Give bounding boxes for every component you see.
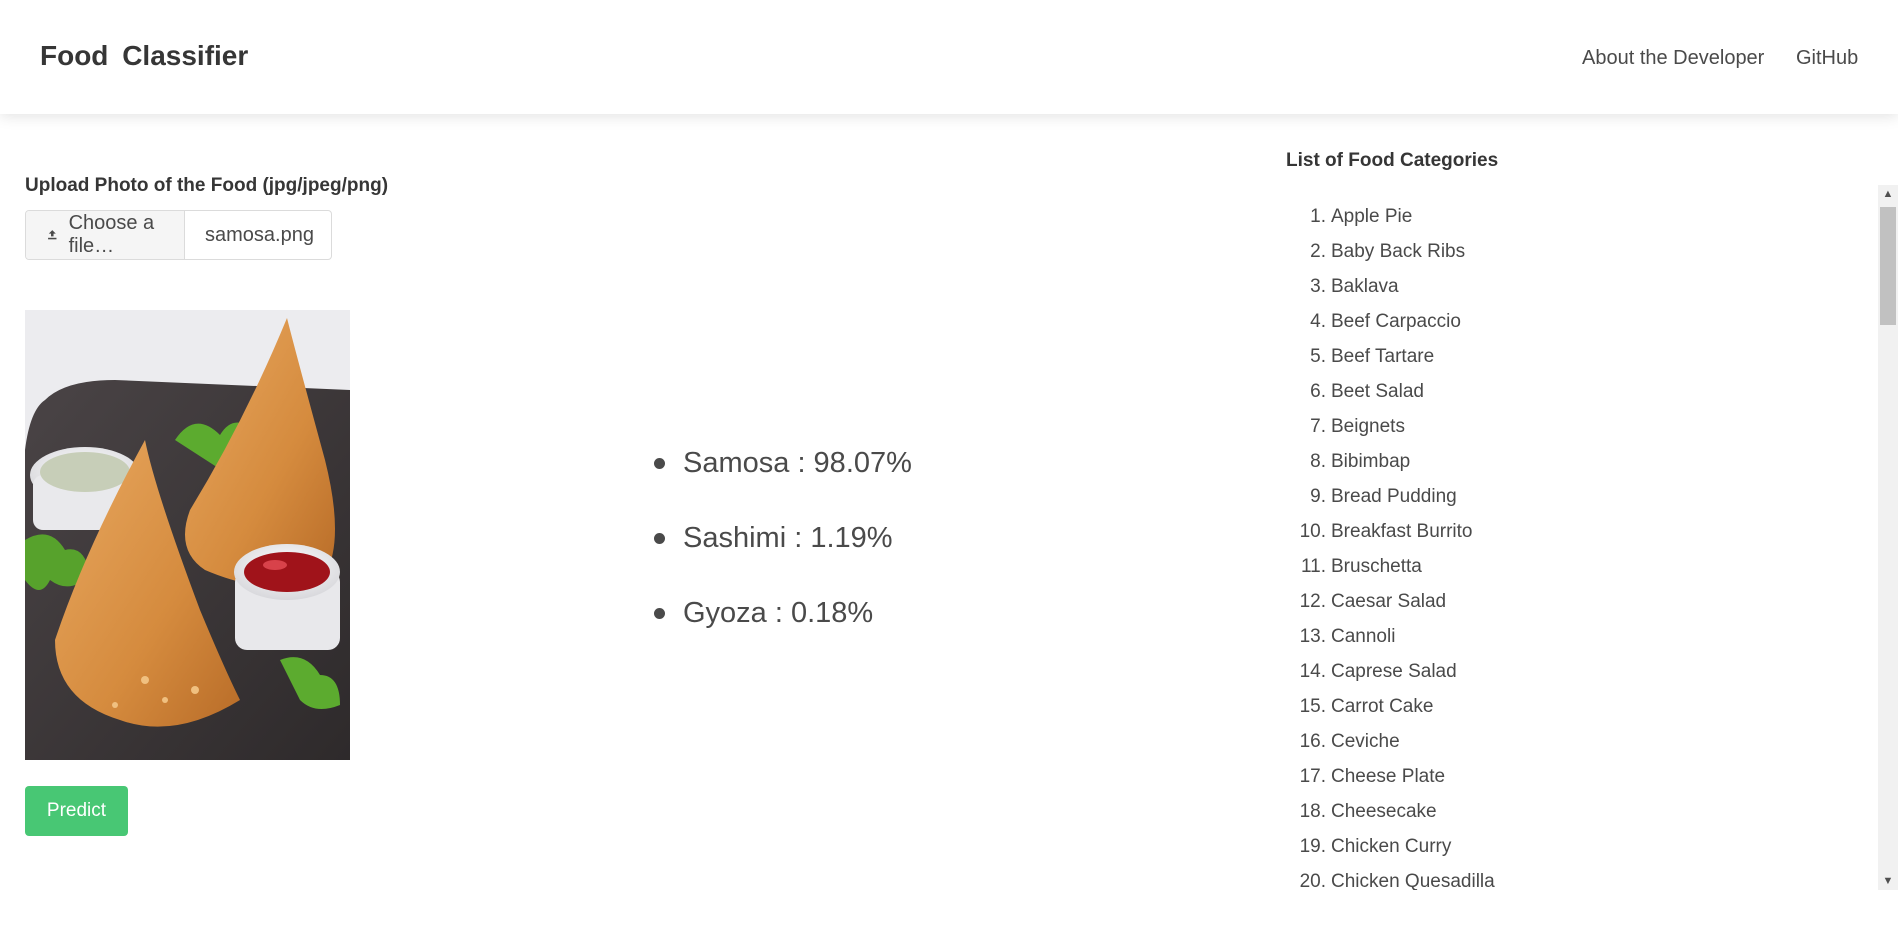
- category-name: Ceviche: [1331, 731, 1400, 752]
- category-item: 13. Cannoli: [1286, 627, 1495, 662]
- category-name: Beet Salad: [1331, 381, 1424, 402]
- categories-title: List of Food Categories: [1286, 150, 1499, 171]
- category-name: Bibimbap: [1331, 451, 1411, 472]
- file-name: samosa.png: [205, 223, 314, 246]
- category-name: Baby Back Ribs: [1331, 241, 1466, 262]
- category-number: 14.: [1299, 661, 1326, 682]
- category-number: 1.: [1310, 206, 1326, 227]
- upload-icon: [48, 230, 57, 240]
- category-item: 4. Beef Carpaccio: [1286, 312, 1495, 347]
- choose-file-label: Choose a file…: [68, 212, 155, 257]
- category-item: 18. Cheesecake: [1286, 802, 1495, 837]
- category-name: Chicken Curry: [1331, 836, 1452, 857]
- category-name: Beignets: [1331, 416, 1405, 437]
- category-number: 13.: [1299, 626, 1326, 647]
- category-item: 6. Beet Salad: [1286, 382, 1495, 417]
- navbar: Food Classifier About the Developer GitH…: [0, 0, 1898, 114]
- category-item: 10. Breakfast Burrito: [1286, 522, 1495, 557]
- category-name: Apple Pie: [1331, 206, 1413, 227]
- prediction-item: Sashimi : 1.19%: [650, 515, 912, 590]
- category-item: 9. Bread Pudding: [1286, 487, 1495, 522]
- category-number: 11.: [1300, 556, 1326, 577]
- prediction-list: Samosa : 98.07% Sashimi : 1.19% Gyoza : …: [650, 440, 912, 665]
- category-name: Bruschetta: [1331, 556, 1422, 577]
- category-number: 20.: [1299, 871, 1326, 891]
- category-name: Caesar Salad: [1331, 591, 1447, 612]
- category-number: 10.: [1299, 521, 1326, 542]
- nav-github-link[interactable]: GitHub: [1796, 47, 1858, 70]
- category-name: Bread Pudding: [1331, 486, 1457, 507]
- category-item: 1. Apple Pie: [1286, 207, 1495, 242]
- prediction-item: Samosa : 98.07%: [650, 440, 912, 515]
- category-item: 12. Caesar Salad: [1286, 592, 1495, 627]
- category-name: Beef Carpaccio: [1331, 311, 1461, 332]
- category-number: 18.: [1299, 801, 1326, 822]
- category-item: 17. Cheese Plate: [1286, 767, 1495, 802]
- category-number: 3.: [1310, 276, 1326, 297]
- predict-button[interactable]: Predict: [25, 786, 128, 836]
- upload-label: Upload Photo of the Food (jpg/jpeg/png): [25, 175, 389, 196]
- category-item: 3. Baklava: [1286, 277, 1495, 312]
- categories-scroll-area[interactable]: 1. Apple Pie 2. Baby Back Ribs 3. Baklava 4…: [1286, 185, 1898, 891]
- category-name: Beef Tartare: [1331, 346, 1435, 367]
- category-number: 4.: [1310, 311, 1326, 332]
- category-item: 8. Bibimbap: [1286, 452, 1495, 487]
- category-name: Cannoli: [1331, 626, 1396, 647]
- category-number: 16.: [1299, 731, 1326, 752]
- categories-scrollbar[interactable]: ▲ ▼: [1878, 185, 1898, 890]
- category-number: 5.: [1310, 346, 1326, 367]
- category-item: 19. Chicken Curry: [1286, 837, 1495, 872]
- category-item: 16. Ceviche: [1286, 732, 1495, 767]
- food-photo: [25, 310, 350, 760]
- choose-file-button[interactable]: Choose a file…: [26, 211, 185, 259]
- category-number: 7.: [1310, 416, 1326, 437]
- category-name: Caprese Salad: [1331, 661, 1457, 682]
- category-number: 9.: [1310, 486, 1326, 507]
- category-name: Carrot Cake: [1331, 696, 1434, 717]
- scroll-up-arrow-icon[interactable]: ▲: [1878, 185, 1898, 203]
- category-number: 12.: [1299, 591, 1326, 612]
- scrollbar-thumb[interactable]: [1880, 207, 1896, 325]
- category-name: Cheesecake: [1331, 801, 1437, 822]
- category-number: 17.: [1299, 766, 1326, 787]
- file-upload-input[interactable]: Choose a file… samosa.png: [25, 210, 332, 260]
- category-item: 15. Carrot Cake: [1286, 697, 1495, 732]
- category-item: 5. Beef Tartare: [1286, 347, 1495, 382]
- category-number: 19.: [1299, 836, 1326, 857]
- category-item: 14. Caprese Salad: [1286, 662, 1495, 697]
- category-item: 20. Chicken Quesadilla: [1286, 871, 1495, 891]
- prediction-item: Gyoza : 0.18%: [650, 590, 912, 665]
- brand-title[interactable]: Food Classifier: [40, 40, 248, 72]
- categories-list: 1. Apple Pie 2. Baby Back Ribs 3. Baklava 4…: [1286, 207, 1495, 891]
- category-item: 11. Bruschetta: [1286, 557, 1495, 592]
- category-name: Breakfast Burrito: [1331, 521, 1473, 542]
- category-number: 15.: [1299, 696, 1326, 717]
- category-number: 8.: [1310, 451, 1326, 472]
- category-item: 2. Baby Back Ribs: [1286, 242, 1495, 277]
- scroll-down-arrow-icon[interactable]: ▼: [1878, 872, 1898, 890]
- category-item: 7. Beignets: [1286, 417, 1495, 452]
- nav-about-developer-link[interactable]: About the Developer: [1582, 47, 1764, 70]
- category-number: 2.: [1310, 241, 1326, 262]
- category-name: Baklava: [1331, 276, 1399, 297]
- category-name: Cheese Plate: [1331, 766, 1446, 787]
- category-name: Chicken Quesadilla: [1331, 871, 1495, 891]
- category-number: 6.: [1310, 381, 1326, 402]
